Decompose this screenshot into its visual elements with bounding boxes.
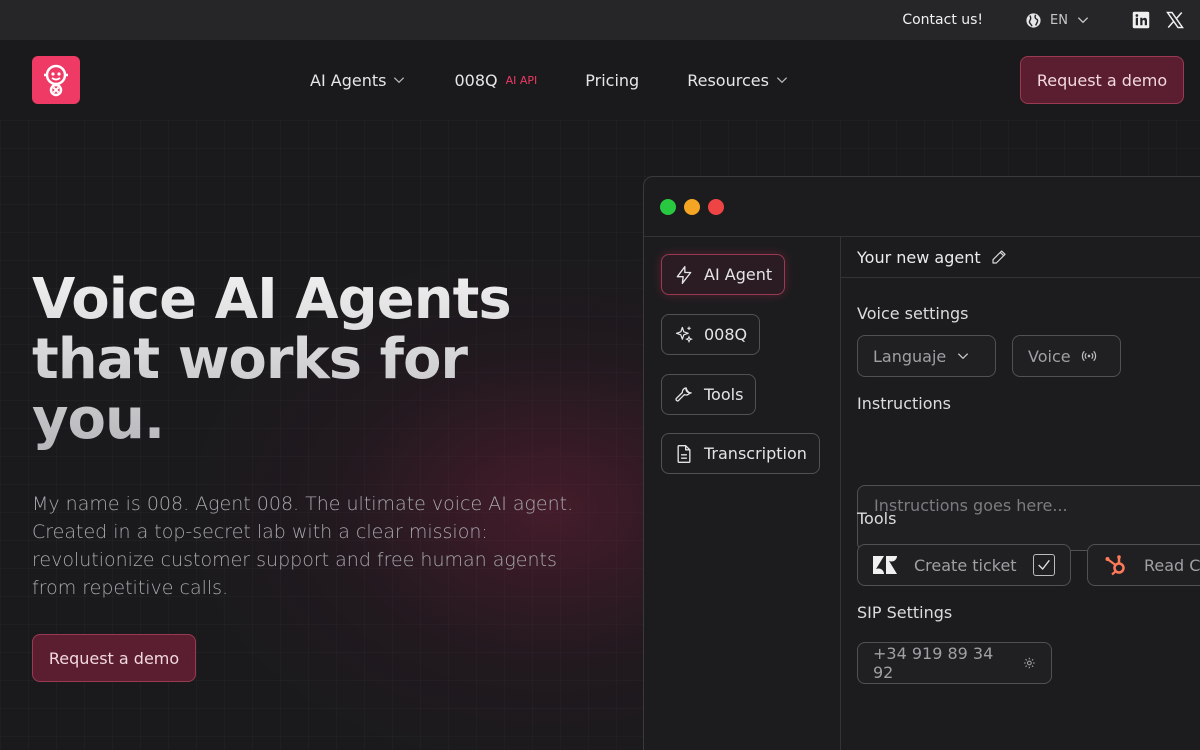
language-dropdown[interactable]: Languaje xyxy=(857,335,996,377)
window-dot-red xyxy=(708,199,724,215)
sidebar-item-008q[interactable]: 008Q xyxy=(661,314,761,355)
tool-read-crm-label: Read C xyxy=(1144,555,1200,575)
tool-create-ticket-label: Create ticket xyxy=(914,555,1017,575)
agent-logo-icon xyxy=(44,64,68,97)
gear-icon[interactable] xyxy=(1023,656,1036,670)
window-dot-green xyxy=(660,199,676,215)
lightning-icon xyxy=(676,265,692,284)
chevron-down-icon xyxy=(1077,17,1089,24)
x-twitter-icon[interactable] xyxy=(1166,11,1184,29)
main-navbar: AI Agents 008Q AI API Pricing Resources … xyxy=(0,40,1200,120)
instructions-label: Instructions xyxy=(857,394,951,413)
nav-008q[interactable]: 008Q AI API xyxy=(454,71,537,90)
hero-title-line: you. xyxy=(32,387,165,452)
nav-menu: AI Agents 008Q AI API Pricing Resources xyxy=(310,40,789,120)
voice-settings-label: Voice settings xyxy=(857,304,969,323)
contact-link[interactable]: Contact us! xyxy=(902,12,983,28)
sidebar-item-transcription[interactable]: Transcription xyxy=(661,433,820,474)
voice-selector[interactable]: Voice xyxy=(1012,335,1121,377)
hero-title-line: that works for xyxy=(32,327,468,392)
tool-read-crm[interactable]: Read C xyxy=(1087,544,1200,586)
window-dot-yellow xyxy=(684,199,700,215)
language-selector[interactable]: EN xyxy=(1025,12,1090,29)
nav-008q-label: 008Q xyxy=(454,70,498,90)
top-bar: Contact us! EN xyxy=(0,0,1200,40)
sip-phone-field[interactable]: +34 919 89 34 92 xyxy=(857,642,1052,684)
tool-create-ticket-checkbox[interactable] xyxy=(1032,554,1055,576)
instructions-textarea[interactable]: Instructions goes here... xyxy=(857,485,1200,551)
request-demo-button-hero[interactable]: Request a demo xyxy=(32,634,196,682)
language-dropdown-value: Languaje xyxy=(873,346,947,366)
hubspot-icon xyxy=(1105,555,1125,576)
agent-name: Your new agent xyxy=(857,247,981,267)
nav-ai-agents-label: AI Agents xyxy=(310,70,387,90)
social-links xyxy=(1132,11,1184,29)
nav-resources-label: Resources xyxy=(687,70,769,90)
chevron-down-icon xyxy=(958,353,969,360)
request-demo-button-nav[interactable]: Request a demo xyxy=(1020,56,1184,104)
wrench-icon xyxy=(675,386,692,402)
nav-pricing[interactable]: Pricing xyxy=(585,71,639,90)
sidebar-item-label: Transcription xyxy=(704,444,807,463)
sidebar-item-ai-agent[interactable]: AI Agent xyxy=(661,254,786,295)
hero-description: My name is 008. Agent 008. The ultimate … xyxy=(32,493,574,599)
window-titlebar xyxy=(644,177,1200,237)
sip-phone-value: +34 919 89 34 92 xyxy=(873,644,994,682)
sidebar-item-label: Tools xyxy=(704,385,744,404)
hero-title: Voice AI Agents that works for you. xyxy=(32,270,592,450)
broadcast-icon xyxy=(1081,350,1096,362)
app-sidebar: AI Agent 008Q Tools Transcription xyxy=(644,237,841,750)
nav-pricing-label: Pricing xyxy=(585,70,640,90)
voice-selector-label: Voice xyxy=(1028,346,1071,366)
pencil-icon[interactable] xyxy=(991,249,1007,265)
sip-settings-label: SIP Settings xyxy=(857,603,953,622)
hero-title-line: Voice AI Agents xyxy=(32,267,511,332)
tools-label: Tools xyxy=(857,509,897,528)
agent-settings-panel: Your new agent Voice settings Languaje V… xyxy=(841,237,1200,750)
sparkles-icon xyxy=(675,326,693,343)
linkedin-icon[interactable] xyxy=(1132,11,1150,29)
nav-008q-tag: AI API xyxy=(505,73,538,87)
app-preview-window: AI Agent 008Q Tools Transcription Your n… xyxy=(643,176,1200,750)
document-icon xyxy=(677,444,691,463)
sidebar-item-label: AI Agent xyxy=(704,265,773,284)
sidebar-item-label: 008Q xyxy=(704,325,748,344)
language-label: EN xyxy=(1050,12,1068,28)
chevron-down-icon xyxy=(394,77,405,84)
nav-ai-agents[interactable]: AI Agents xyxy=(310,71,406,90)
checkmark-icon xyxy=(1037,559,1050,571)
nav-resources[interactable]: Resources xyxy=(687,71,789,90)
tool-create-ticket[interactable]: Create ticket xyxy=(857,544,1071,586)
globe-icon xyxy=(1026,12,1041,28)
zendesk-icon xyxy=(873,556,897,574)
sidebar-item-tools[interactable]: Tools xyxy=(661,374,757,415)
brand-logo[interactable] xyxy=(32,56,80,104)
agent-name-header: Your new agent xyxy=(841,237,1200,278)
chevron-down-icon xyxy=(776,77,788,84)
